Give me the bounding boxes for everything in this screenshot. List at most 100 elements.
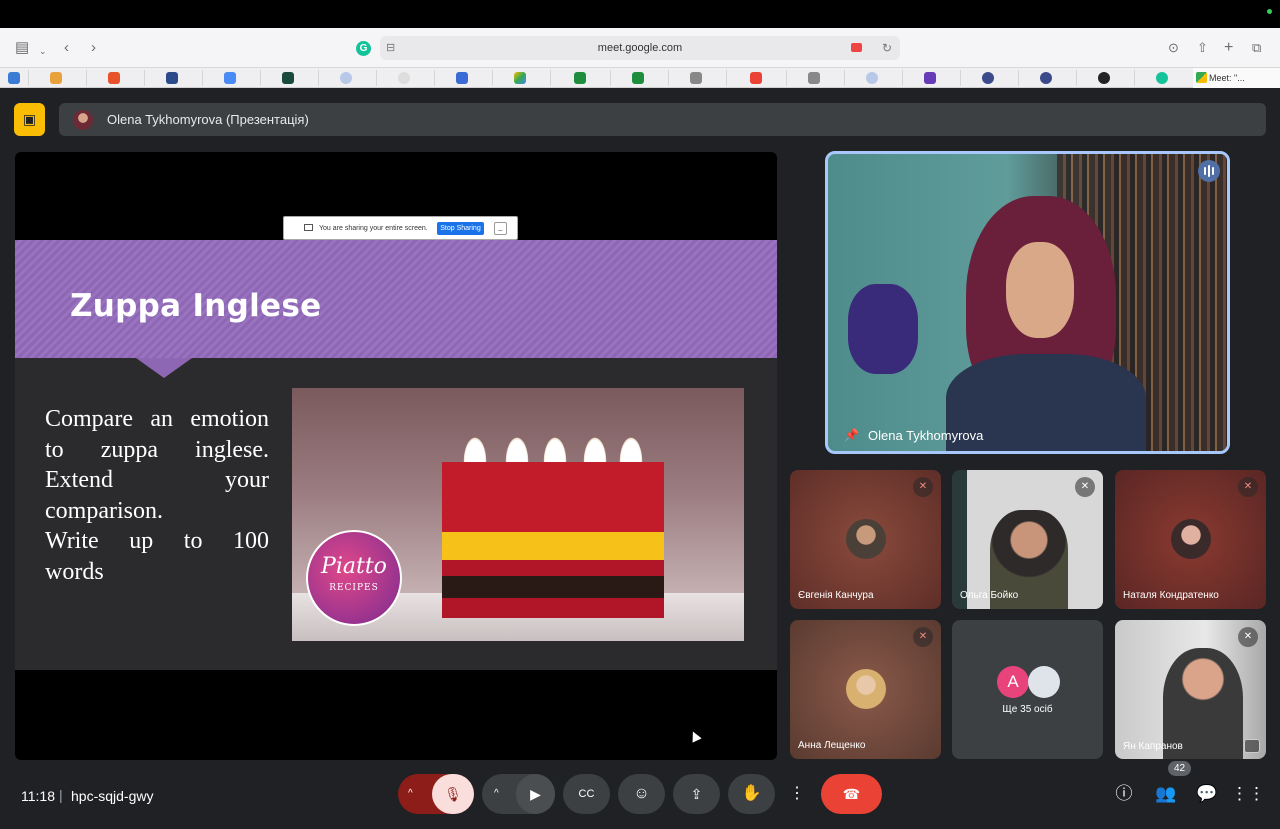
- stop-sharing-button[interactable]: Stop Sharing: [437, 222, 484, 235]
- bookmark-icon[interactable]: [1040, 72, 1052, 84]
- more-options-icon[interactable]: ⋮: [783, 774, 811, 814]
- stop-presenting-icon[interactable]: ▣: [14, 103, 45, 136]
- participant-tile[interactable]: ✕ Ян Капранов: [1115, 620, 1266, 759]
- meet-icon: [1196, 72, 1207, 83]
- mic-off-icon: ✕: [913, 477, 933, 497]
- bookmark-icon[interactable]: [1098, 72, 1110, 84]
- grammarly-icon[interactable]: G: [356, 41, 371, 56]
- bookmark-icon[interactable]: [982, 72, 994, 84]
- share-page-icon[interactable]: ⇧: [1197, 40, 1208, 56]
- forms-bookmark-icon[interactable]: [924, 72, 936, 84]
- translate-bookmark-icon[interactable]: [224, 72, 236, 84]
- screen-share-icon: [304, 224, 313, 231]
- sidebar-chevron-icon[interactable]: ⌄: [39, 43, 47, 59]
- slide-body: Compare an emotion to zuppa inglese. Ext…: [45, 404, 269, 587]
- participant-tile[interactable]: ✕ Ольга Бойко: [952, 470, 1103, 609]
- divider: [668, 70, 669, 86]
- new-tab-icon[interactable]: +: [1224, 40, 1233, 56]
- mic-off-icon: ✕: [1075, 477, 1095, 497]
- slide-line: comparison.: [45, 497, 163, 524]
- people-icon[interactable]: 👥: [1146, 774, 1186, 814]
- participant-name: Ян Капранов: [1123, 741, 1183, 752]
- address-bar[interactable]: ⊟ meet.google.com ↻: [380, 36, 900, 60]
- logo-name: Piatto: [321, 554, 387, 579]
- piatto-logo: Piatto RECIPES: [306, 530, 402, 626]
- participant-tile[interactable]: ✕ Анна Лещенко: [790, 620, 941, 759]
- mic-off-icon: ✕: [913, 627, 933, 647]
- slide-line: to zuppa inglese.: [45, 436, 269, 463]
- url-text: meet.google.com: [597, 42, 683, 54]
- grammarly-bookmark-icon[interactable]: [1156, 72, 1168, 84]
- bookmark-icon[interactable]: [808, 72, 820, 84]
- divider: [1134, 70, 1135, 86]
- participant-tile[interactable]: ✕ Євгенія Канчура: [790, 470, 941, 609]
- sheets-bookmark-icon[interactable]: [632, 72, 644, 84]
- avatar: [1171, 519, 1211, 559]
- captions-button[interactable]: CC: [563, 774, 610, 814]
- slide-line: Extend your: [45, 467, 269, 493]
- bookmark-icon[interactable]: [8, 72, 20, 84]
- avatar: [73, 110, 93, 130]
- shared-screen: You are sharing your entire screen. Stop…: [15, 152, 777, 760]
- browser-toolbar: ▤ ⌄ ‹ › G ⊟ meet.google.com ↻ ⊙ ⇧ + ⧉: [0, 28, 1280, 68]
- sheets-bookmark-icon[interactable]: [574, 72, 586, 84]
- participant-avatars: A: [952, 666, 1103, 700]
- divider: [550, 70, 551, 86]
- mic-off-button[interactable]: 🎙: [432, 774, 474, 814]
- present-button[interactable]: ⇪: [673, 774, 720, 814]
- participant-tile[interactable]: ✕ Наталя Кондратенко: [1115, 470, 1266, 609]
- back-icon[interactable]: ‹: [64, 40, 69, 56]
- sidebar-toggle-icon[interactable]: ▤: [15, 40, 29, 56]
- bookmark-icon[interactable]: [166, 72, 178, 84]
- tab-meet[interactable]: Meet: "...: [1193, 68, 1280, 88]
- cake-layer: [442, 532, 664, 560]
- meeting-code: hpc-sqjd-gwy: [71, 788, 154, 804]
- participant-name: Ольга Бойко: [960, 590, 1019, 601]
- divider: [960, 70, 961, 86]
- participant-name: Наталя Кондратенко: [1123, 590, 1219, 601]
- gmail-bookmark-icon[interactable]: [750, 72, 762, 84]
- pin-icon[interactable]: 📌: [844, 428, 859, 442]
- forward-icon[interactable]: ›: [91, 40, 96, 56]
- video-options-chevron-icon[interactable]: ^: [494, 774, 499, 814]
- divider: [434, 70, 435, 86]
- leave-call-button[interactable]: ☎: [821, 774, 882, 814]
- bookmark-icon[interactable]: [50, 72, 62, 84]
- speaker-tile[interactable]: 📌 Olena Tykhomyrova: [825, 151, 1230, 454]
- camera-button[interactable]: ▶: [516, 774, 555, 814]
- drive-bookmark-icon[interactable]: [514, 72, 526, 84]
- raise-hand-button[interactable]: ✋: [728, 774, 775, 814]
- presentation-banner[interactable]: Olena Tykhomyrova (Презентація): [59, 103, 1266, 136]
- cake-slice: [442, 434, 664, 618]
- audio-options-chevron-icon[interactable]: ^: [408, 774, 413, 814]
- picture-in-picture-icon[interactable]: [1244, 739, 1260, 753]
- camera-in-use-icon[interactable]: [851, 43, 862, 52]
- participant-name: Анна Лещенко: [798, 740, 866, 751]
- chat-icon[interactable]: 💬: [1187, 774, 1227, 814]
- bookmark-icon[interactable]: [398, 72, 410, 84]
- bookmark-icon[interactable]: [108, 72, 120, 84]
- hide-notice-button[interactable]: _: [494, 222, 507, 235]
- bookmark-icon[interactable]: [866, 72, 878, 84]
- bookmark-icon[interactable]: [456, 72, 468, 84]
- avatar: [1028, 666, 1060, 698]
- more-participants-tile[interactable]: A Ще 35 осіб: [952, 620, 1103, 759]
- divider: [260, 70, 261, 86]
- bookmark-icon[interactable]: [282, 72, 294, 84]
- mic-off-icon: ✕: [1238, 477, 1258, 497]
- downloads-icon[interactable]: ⊙: [1168, 40, 1179, 56]
- tab-overview-icon[interactable]: ⧉: [1252, 40, 1261, 56]
- camera-indicator-dot: [1267, 9, 1272, 14]
- share-notice-text: You are sharing your entire screen.: [319, 225, 428, 232]
- page-settings-icon[interactable]: ⊟: [386, 36, 395, 60]
- reload-icon[interactable]: ↻: [882, 36, 892, 60]
- activities-icon[interactable]: ⋮⋮: [1228, 774, 1268, 814]
- bookmark-icon[interactable]: [690, 72, 702, 84]
- avatar: [846, 519, 886, 559]
- bookmark-icon[interactable]: [340, 72, 352, 84]
- divider: [610, 70, 611, 86]
- emoji-reaction-button[interactable]: ☺: [618, 774, 665, 814]
- macos-menubar: [0, 0, 1280, 28]
- divider: [786, 70, 787, 86]
- meeting-info-icon[interactable]: ⓘ: [1104, 774, 1144, 814]
